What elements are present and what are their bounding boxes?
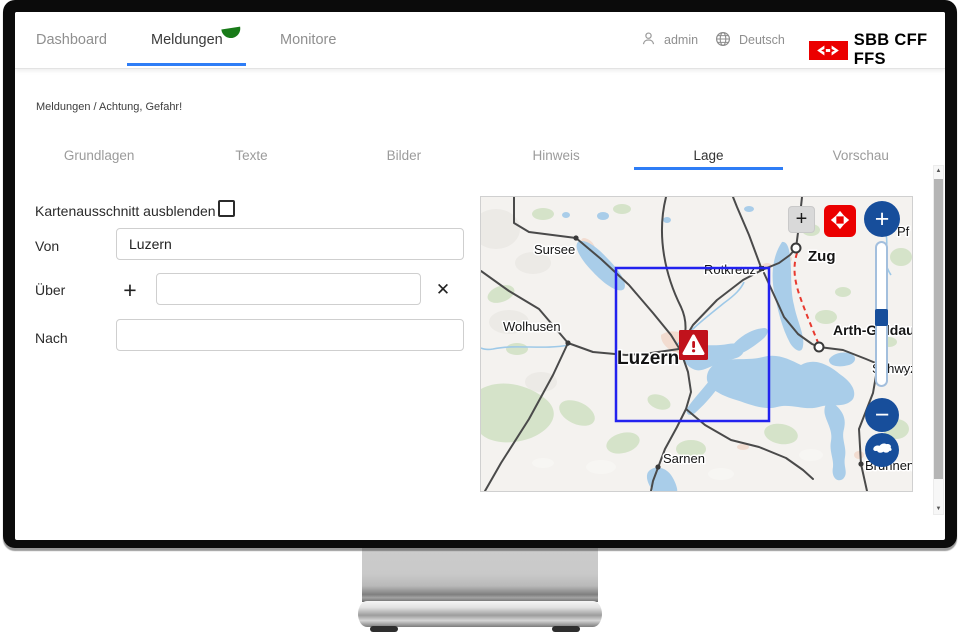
breadcrumb: Meldungen / Achtung, Gefahr!: [36, 101, 182, 113]
map-label-sarnen: Sarnen: [663, 451, 705, 466]
switzerland-icon: [871, 441, 893, 459]
active-tab-underline: [634, 167, 782, 170]
nav-item-label: Monitore: [280, 32, 336, 48]
map-label-pf: Pf: [897, 224, 910, 239]
map-label-sursee: Sursee: [534, 242, 575, 257]
nach-label: Nach: [35, 330, 68, 346]
sbb-logo: SBB CFF FFS: [809, 31, 945, 69]
active-nav-underline: [127, 63, 246, 66]
page-scrollbar[interactable]: ▲ ▼: [933, 165, 944, 515]
clear-via-button[interactable]: ✕: [429, 276, 457, 304]
ueber-label: Über: [35, 282, 65, 298]
sbb-logo-text: SBB CFF FFS: [854, 31, 945, 69]
hide-map-label: Kartenausschnitt ausblenden: [35, 203, 216, 219]
scrollbar-thumb[interactable]: [934, 179, 943, 479]
warning-marker-icon[interactable]: [679, 330, 708, 360]
pan-arrows-icon: [829, 209, 851, 234]
user-icon: [641, 31, 656, 49]
monitor-stand-foot: [552, 626, 580, 632]
map-pan-mode-button[interactable]: [824, 205, 856, 237]
map-zoom-slider-handle[interactable]: [875, 309, 888, 326]
language-label: Deutsch: [739, 33, 785, 47]
screen: Dashboard Meldungen Monitore admin Deuts…: [15, 12, 945, 540]
detail-tabs: Grundlagen Texte Bilder Hinweis Lage Vor…: [23, 140, 937, 170]
nav-item-monitore[interactable]: Monitore: [280, 12, 336, 68]
meldungen-badge: [221, 27, 241, 40]
map-canvas[interactable]: Sursee Wolhusen Rotkreuz Zug Luzern Arth…: [481, 197, 912, 491]
monitor-stand-foot: [370, 626, 398, 632]
nav-item-meldungen[interactable]: Meldungen: [151, 12, 223, 68]
map-collapse-button[interactable]: +: [788, 206, 815, 233]
sbb-arrows-icon: [809, 41, 848, 60]
tab-texte[interactable]: Texte: [175, 140, 327, 170]
map-label-luzern: Luzern: [617, 348, 679, 369]
monitor-stand-neck: [362, 540, 598, 602]
tab-grundlagen[interactable]: Grundlagen: [23, 140, 175, 170]
scrollbar-up-arrow[interactable]: ▲: [934, 168, 943, 174]
map-label-wolhusen: Wolhusen: [503, 319, 561, 334]
map-panel: Sursee Wolhusen Rotkreuz Zug Luzern Arth…: [480, 196, 913, 492]
top-navigation-bar: Dashboard Meldungen Monitore admin Deuts…: [15, 12, 945, 69]
nav-item-label: Dashboard: [36, 32, 107, 48]
von-input[interactable]: [116, 228, 464, 260]
monitor-stand-base: [358, 601, 602, 627]
nav-item-label: Meldungen: [151, 32, 223, 48]
user-name: admin: [664, 33, 698, 47]
ueber-input[interactable]: [156, 273, 421, 305]
user-menu[interactable]: admin: [641, 12, 698, 68]
von-label: Von: [35, 238, 59, 254]
monitor-bezel: Dashboard Meldungen Monitore admin Deuts…: [3, 0, 957, 548]
tab-hinweis[interactable]: Hinweis: [480, 140, 632, 170]
nach-input[interactable]: [116, 319, 464, 351]
tab-bilder[interactable]: Bilder: [328, 140, 480, 170]
globe-icon: [715, 31, 731, 50]
map-zoom-in-button[interactable]: +: [864, 201, 900, 237]
map-zoom-out-button[interactable]: −: [865, 398, 899, 432]
scrollbar-down-arrow[interactable]: ▼: [934, 506, 943, 512]
add-via-button[interactable]: +: [116, 276, 144, 304]
map-label-rotkreuz: Rotkreuz: [704, 262, 756, 277]
language-menu[interactable]: Deutsch: [715, 12, 785, 68]
map-label-arth-goldau: Arth-Goldau: [833, 322, 912, 338]
nav-item-dashboard[interactable]: Dashboard: [36, 12, 107, 68]
hide-map-checkbox[interactable]: [218, 200, 235, 217]
tab-vorschau[interactable]: Vorschau: [785, 140, 937, 170]
map-home-switzerland-button[interactable]: [865, 433, 899, 467]
map-label-zug: Zug: [808, 248, 836, 265]
tab-lage[interactable]: Lage: [632, 140, 784, 170]
